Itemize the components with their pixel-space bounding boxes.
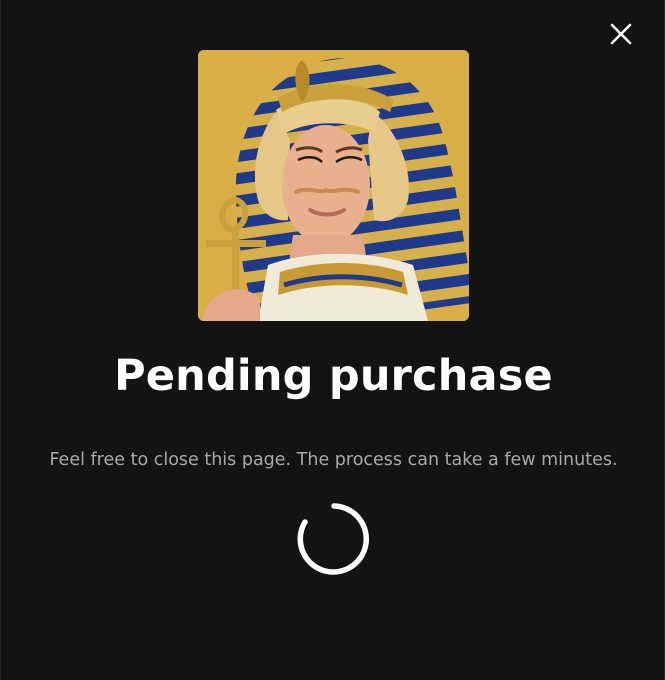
loading-spinner-icon <box>297 503 370 575</box>
pharaoh-portrait-image <box>198 50 469 321</box>
pending-purchase-dialog: Pending purchase Feel free to close this… <box>0 0 665 680</box>
nft-image <box>198 50 469 321</box>
loading-spinner <box>295 500 373 578</box>
status-message: Feel free to close this page. The proces… <box>49 450 618 470</box>
close-icon <box>610 23 632 45</box>
close-button[interactable] <box>604 17 638 51</box>
page-title: Pending purchase <box>114 351 553 401</box>
